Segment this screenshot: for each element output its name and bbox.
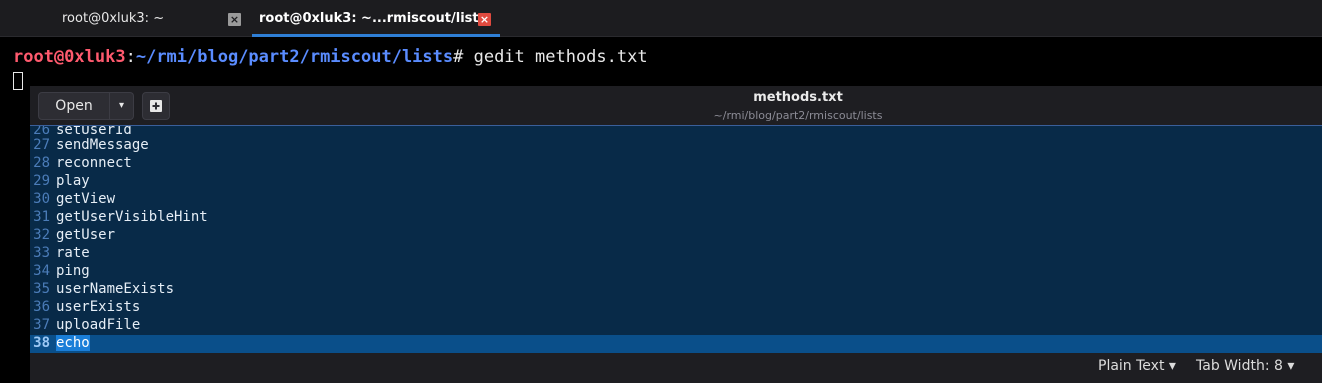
- line-text: userExists: [56, 299, 141, 315]
- line-text: uploadFile: [56, 317, 141, 333]
- terminal-cursor: [13, 72, 23, 90]
- line-text: ping: [56, 263, 90, 279]
- editor-line: 34 ping: [30, 263, 1322, 281]
- line-text-selected: echo: [56, 335, 90, 351]
- prompt-colon: :: [125, 47, 136, 67]
- line-text: getUser: [56, 227, 116, 243]
- prompt-path: ~/rmi/blog/part2/rmiscout/lists: [135, 47, 454, 67]
- line-text: reconnect: [56, 155, 132, 171]
- line-number: 33: [33, 245, 50, 261]
- line-number: 27: [33, 137, 50, 153]
- language-selector[interactable]: Plain Text ▾: [1098, 358, 1176, 374]
- close-icon[interactable]: ×: [228, 13, 241, 26]
- editor-line: 31 getUserVisibleHint: [30, 209, 1322, 227]
- line-number: 32: [33, 227, 50, 243]
- editor-line: 27 sendMessage: [30, 137, 1322, 155]
- line-text: userNameExists: [56, 281, 175, 297]
- line-text: sendMessage: [56, 137, 149, 153]
- line-number: 29: [33, 173, 50, 189]
- gedit-headerbar: Open ▾ methods.txt ~/rmi/blog/part2/rmis…: [30, 86, 1322, 126]
- editor-line: 29 play: [30, 173, 1322, 191]
- editor-line: 37 uploadFile: [30, 317, 1322, 335]
- line-text: getView: [56, 191, 116, 207]
- line-number: 30: [33, 191, 50, 207]
- tab-lists[interactable]: root@0xluk3: ~...rmiscout/lists ×: [252, 0, 500, 37]
- prompt-user: root@0xluk3: [13, 47, 126, 67]
- line-number: 34: [33, 263, 50, 279]
- editor-line: 30 getView: [30, 191, 1322, 209]
- gedit-window: Open ▾ methods.txt ~/rmi/blog/part2/rmis…: [30, 86, 1322, 383]
- document-path: ~/rmi/blog/part2/rmiscout/lists: [713, 109, 883, 122]
- editor-line: 35 userNameExists: [30, 281, 1322, 299]
- tab-title: root@0xluk3: ~: [62, 11, 165, 26]
- tab-width-selector[interactable]: Tab Width: 8 ▾: [1196, 358, 1294, 374]
- editor-line: 36 userExists: [30, 299, 1322, 317]
- line-number: 28: [33, 155, 50, 171]
- editor-line: 28 reconnect: [30, 155, 1322, 173]
- terminal-tab-bar: root@0xluk3: ~ × root@0xluk3: ~...rmisco…: [0, 0, 1322, 37]
- line-number: 31: [33, 209, 50, 225]
- line-number: 36: [33, 299, 50, 315]
- line-number: 38: [33, 335, 50, 351]
- gedit-statusbar: Plain Text ▾ Tab Width: 8 ▾: [30, 353, 1322, 383]
- line-number: 35: [33, 281, 50, 297]
- prompt-line: root@0xluk3:~/rmi/blog/part2/rmiscout/li…: [13, 47, 648, 67]
- tab-home[interactable]: root@0xluk3: ~ ×: [0, 0, 252, 37]
- editor-line: 33 rate: [30, 245, 1322, 263]
- editor-line-current: 38 echo: [30, 335, 1322, 353]
- line-text: getUserVisibleHint: [56, 209, 208, 225]
- prompt-command: # gedit methods.txt: [453, 47, 648, 67]
- text-editor[interactable]: 26 setUserId 27 sendMessage 28 reconnect 29…: [30, 126, 1322, 353]
- tab-title: root@0xluk3: ~...rmiscout/lists: [259, 11, 487, 26]
- close-icon[interactable]: ×: [478, 13, 491, 26]
- line-text: rate: [56, 245, 90, 261]
- line-text: play: [56, 173, 90, 189]
- editor-line: 32 getUser: [30, 227, 1322, 245]
- document-title: methods.txt: [753, 90, 843, 105]
- line-number: 37: [33, 317, 50, 333]
